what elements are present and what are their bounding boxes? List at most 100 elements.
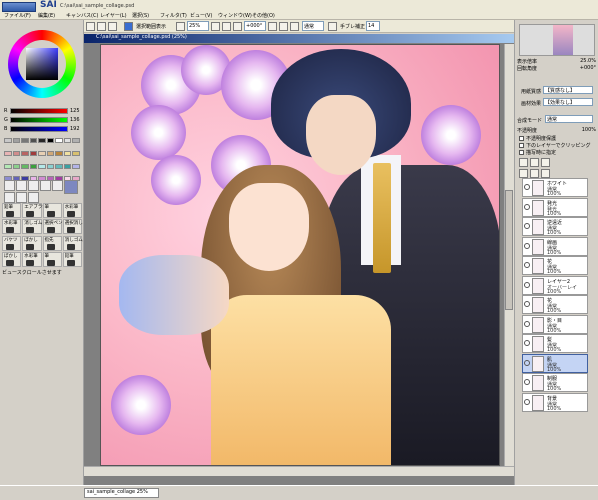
layer-row[interactable]: 背景 通常 100% [522,392,588,412]
visibility-eye-icon[interactable] [524,184,530,190]
menu-canvas[interactable]: キャンバス(C) [66,12,98,19]
blend-mode-select[interactable]: 通常 [302,21,324,31]
hand-tool-icon[interactable] [16,192,27,203]
color-swatch[interactable] [63,150,72,156]
brush-slot[interactable]: バケツ [2,235,22,251]
g-slider[interactable] [10,117,68,123]
selection-deselect-button[interactable] [86,22,95,31]
brush-slot[interactable]: ぼかし [22,235,42,251]
color-swatch[interactable] [29,163,38,169]
layer-row[interactable]: 発光 発光 100% [522,197,588,217]
brush-slot[interactable]: 消しゴム [62,235,83,251]
show-selection-checkbox[interactable] [124,22,133,31]
eyedropper-icon[interactable] [28,192,39,203]
color-swatch[interactable] [21,163,29,169]
layer-row[interactable]: 線画 通常 100% [522,236,588,256]
b-slider[interactable] [10,126,68,132]
paper-texture-select[interactable]: 【質感なし】 [543,86,593,94]
brush-slot[interactable]: 水彩筆 [2,219,22,235]
color-swatch[interactable] [63,138,72,143]
menu-window[interactable]: ウィンドウ(W) [218,12,252,19]
brush-slot[interactable]: 水彩筆 [22,251,42,267]
brush-slot[interactable]: 水彩筆 [62,203,82,218]
color-swatch[interactable] [46,138,55,143]
selection-clear-button[interactable] [108,22,117,31]
layer-row[interactable]: 肌通常 100% [522,353,588,373]
rotate-left-button[interactable] [233,22,242,31]
delete-layer-icon[interactable] [541,169,550,178]
brush-slot[interactable]: 筆 [42,251,62,267]
rotate-reset-button[interactable] [279,22,288,31]
rotation-field[interactable]: +000° [244,21,266,31]
color-swatch[interactable] [12,150,21,156]
protect-opacity-checkbox[interactable]: 不透明度保護 [519,135,556,142]
brush-slot[interactable]: 選択消し [62,219,83,235]
visibility-eye-icon[interactable] [524,281,530,288]
visibility-eye-icon[interactable] [524,203,530,210]
magic-wand-icon[interactable] [28,180,39,191]
selection-invert-button[interactable] [97,22,106,31]
brush-slot[interactable]: 指先 [42,235,62,251]
zoom-value[interactable]: 25.0% [580,58,596,64]
move-tool-icon[interactable] [4,192,15,203]
color-swatch[interactable] [55,150,63,156]
color-swatch[interactable] [4,138,12,143]
color-swatch[interactable] [21,150,29,156]
horizontal-scrollbar[interactable] [84,466,514,476]
paper-effect-select[interactable]: 【効果なし】 [543,98,593,106]
new-layer-icon[interactable] [519,158,528,167]
brush-slot[interactable]: 鉛筆 [62,251,82,267]
visibility-eye-icon[interactable] [524,262,530,268]
draw-selection-checkbox[interactable]: 描写時に指定 [519,149,556,156]
vertical-scroll-thumb[interactable] [505,190,513,310]
layer-row[interactable]: ホワイト 通常 100% [522,178,588,197]
new-set-icon[interactable] [530,158,539,167]
visibility-eye-icon[interactable] [524,398,530,405]
color-swatch[interactable] [29,150,38,156]
visibility-eye-icon[interactable] [524,340,530,346]
color-swatch[interactable] [38,138,46,143]
visibility-eye-icon[interactable] [524,242,530,249]
visibility-eye-icon[interactable] [524,359,530,366]
clear-layer-icon[interactable] [530,169,539,178]
saturation-value-square[interactable] [26,48,58,80]
layer-row[interactable]: 制服 通常 100% [522,373,588,392]
color-swatch[interactable] [63,163,72,169]
menu-other[interactable]: その他(O) [252,12,275,19]
menu-view[interactable]: ビュー(V) [190,12,212,19]
layer-row[interactable]: 花通常 100% [522,295,588,314]
zoom-tool-icon[interactable] [40,180,51,191]
zoom-field[interactable]: 25% [187,21,209,31]
clipping-checkbox[interactable]: 下のレイヤーでクリッピング [519,142,591,149]
color-swatch[interactable] [72,163,80,169]
copy-layer-icon[interactable] [541,158,550,167]
rotate-tool-icon[interactable] [52,180,63,191]
flip-button[interactable] [290,22,299,31]
color-swatch[interactable] [55,163,63,169]
visibility-eye-icon[interactable] [524,379,530,385]
layer-row[interactable]: 逆遠近 通常 100% [522,217,588,236]
color-swatch[interactable] [72,138,80,143]
brush-slot[interactable]: 消しゴム [22,219,42,235]
brush-slot[interactable]: 鉛筆 [2,203,22,218]
color-swatch[interactable] [12,163,21,169]
stabilizer-field[interactable]: 14 [366,21,380,31]
menu-filter[interactable]: フィルタ(T) [160,12,187,19]
menu-selection[interactable]: 選択(S) [132,12,149,19]
menu-edit[interactable]: 編集(E) [38,12,55,19]
r-slider[interactable] [10,108,68,114]
color-swatch[interactable] [29,138,38,143]
color-swatch[interactable] [72,150,80,156]
zoom-out-button[interactable] [176,22,185,31]
layer-row[interactable]: レイヤー2 オーバーレイ 100% [522,275,588,295]
rotate-right-button[interactable] [268,22,277,31]
canvas[interactable] [100,44,500,466]
color-swatch[interactable] [4,163,12,169]
visibility-eye-icon[interactable] [524,301,530,307]
layer-blend-select[interactable]: 通常 [545,115,593,123]
color-swatch[interactable] [55,138,63,143]
color-swatch[interactable] [46,150,55,156]
zoom-in-button[interactable] [211,22,220,31]
brush-slot[interactable]: 筆 [42,203,62,218]
color-swatch[interactable] [4,150,12,156]
